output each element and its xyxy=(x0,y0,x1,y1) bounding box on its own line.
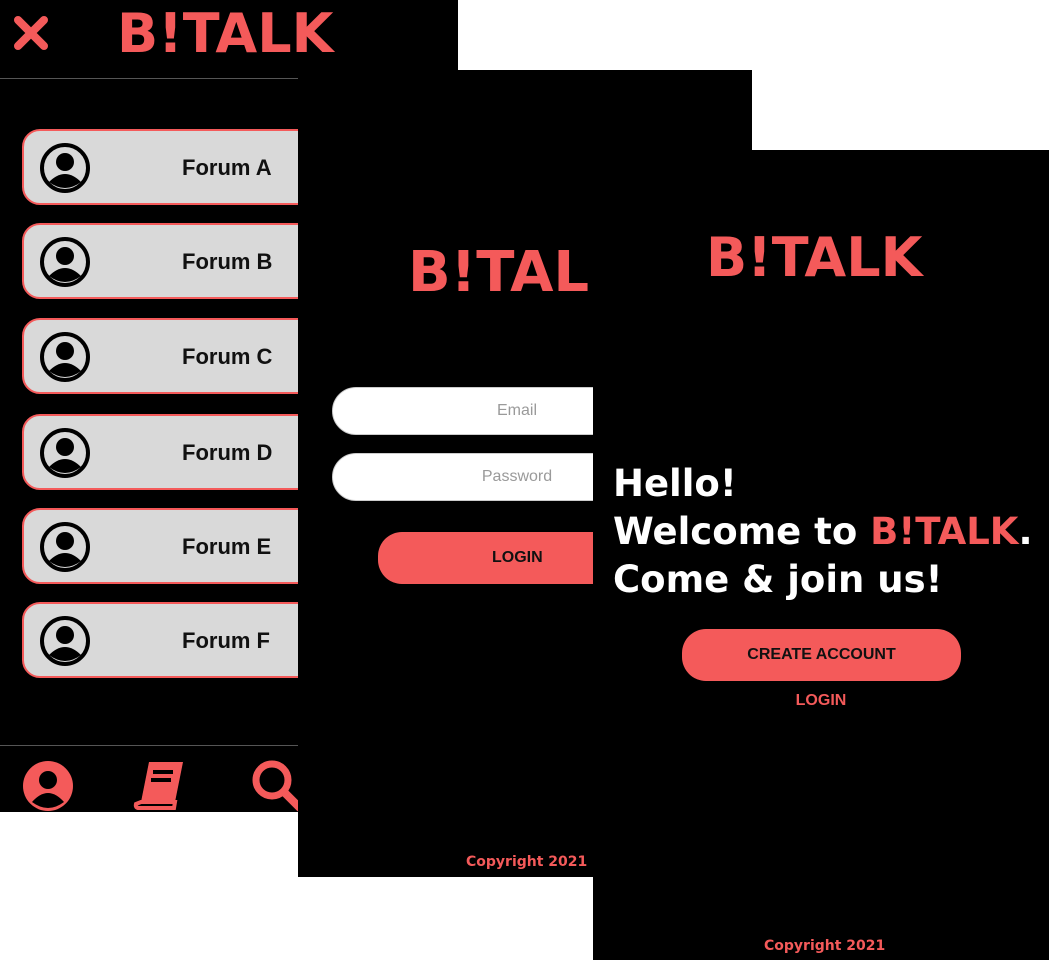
password-field[interactable] xyxy=(332,453,622,501)
forum-label: Forum E xyxy=(182,534,272,559)
user-avatar-icon xyxy=(40,332,90,382)
user-avatar-icon xyxy=(40,428,90,478)
forum-item-f[interactable]: Forum F xyxy=(22,602,322,678)
copyright-text: Copyright 2021 xyxy=(466,854,588,870)
user-avatar-icon xyxy=(40,522,90,572)
forum-item-a[interactable]: Forum A xyxy=(22,129,322,205)
forum-label: Forum D xyxy=(182,440,273,465)
forum-label: Forum F xyxy=(182,628,270,653)
welcome-message: Hello! Welcome to B!TALK. Come & join us… xyxy=(613,460,1033,604)
forum-label: Forum B xyxy=(182,249,273,274)
login-link[interactable]: LOGIN xyxy=(593,692,1049,710)
login-button-label: LOGIN xyxy=(492,549,543,566)
top-bar: B!TALK xyxy=(0,0,458,79)
user-avatar-icon xyxy=(40,237,90,287)
forum-label: Forum C xyxy=(182,344,273,369)
copyright-text: Copyright 2021 xyxy=(764,938,886,954)
forum-item-d[interactable]: Forum D xyxy=(22,414,322,490)
user-avatar-icon xyxy=(40,616,90,666)
close-icon[interactable] xyxy=(12,14,50,52)
welcome-screen: B!TALK Hello! Welcome to B!TALK. Come & … xyxy=(593,150,1049,960)
welcome-line-3: Come & join us! xyxy=(613,558,943,601)
welcome-brand: B!TALK xyxy=(870,510,1019,553)
forum-label: Forum A xyxy=(182,155,272,180)
welcome-line-2: Welcome to B!TALK. xyxy=(613,508,1033,556)
welcome-line-1: Hello! xyxy=(613,462,737,505)
forum-item-c[interactable]: Forum C xyxy=(22,318,322,394)
forum-item-b[interactable]: Forum B xyxy=(22,223,322,299)
brand-logo: B!TALK xyxy=(117,2,334,65)
welcome-prefix: Welcome to xyxy=(613,510,871,553)
welcome-suffix: . xyxy=(1018,510,1033,553)
user-avatar-icon xyxy=(40,143,90,193)
book-icon[interactable] xyxy=(131,758,187,812)
create-account-button[interactable]: CREATE ACCOUNT xyxy=(682,629,961,681)
email-field[interactable] xyxy=(332,387,622,435)
brand-logo: B!TALK xyxy=(706,226,923,289)
forum-item-e[interactable]: Forum E xyxy=(22,508,322,584)
profile-icon[interactable] xyxy=(20,758,76,812)
